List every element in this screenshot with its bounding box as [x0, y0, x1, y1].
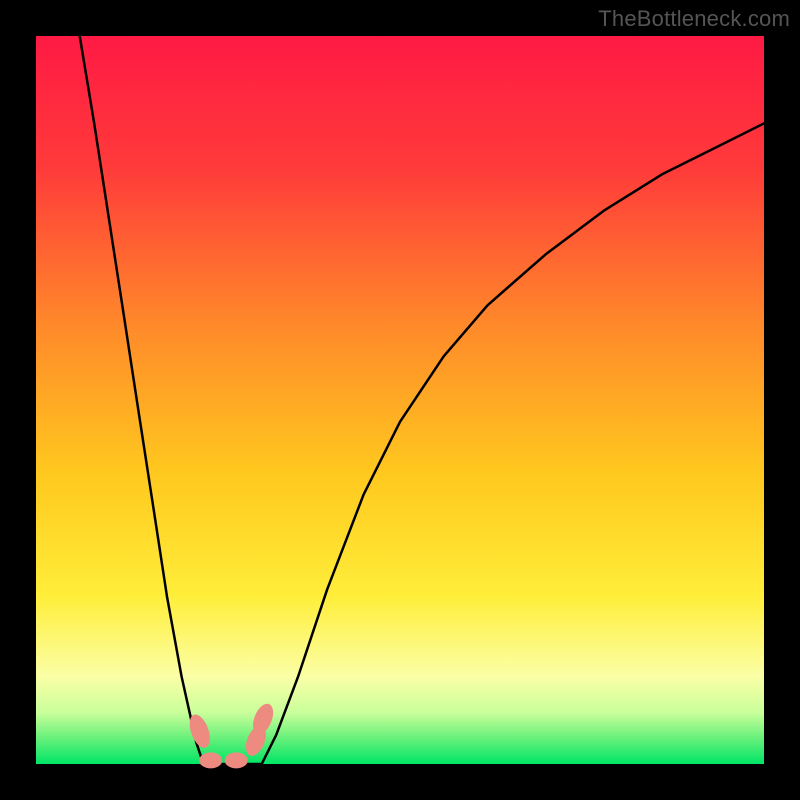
bottleneck-heatmap-plot: [36, 36, 764, 764]
watermark-text: TheBottleneck.com: [598, 6, 790, 32]
viewport-frame: TheBottleneck.com: [0, 0, 800, 800]
valley-marker-2: [225, 752, 248, 768]
bottleneck-curve: [36, 36, 764, 764]
valley-marker-1: [199, 752, 222, 768]
bottleneck-curve-path: [80, 36, 764, 764]
